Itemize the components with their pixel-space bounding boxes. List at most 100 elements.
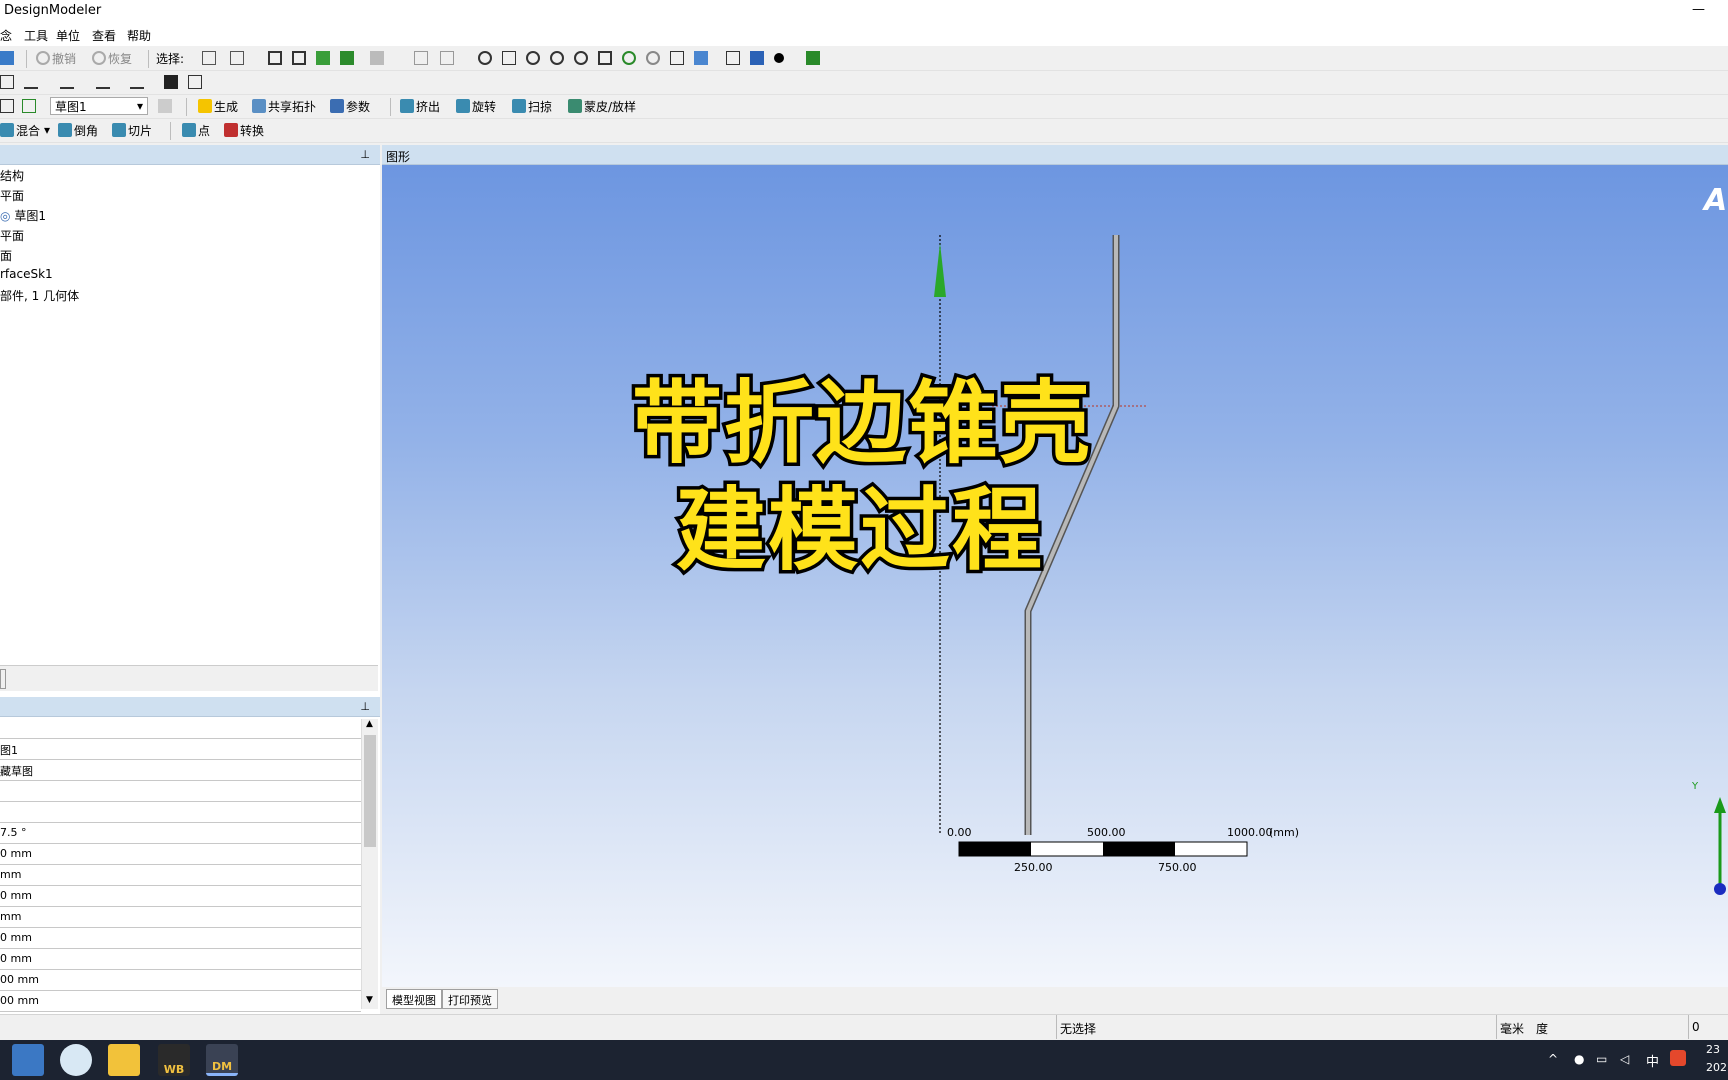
pin-icon[interactable]: ⊥ [360,700,370,713]
box-select-icon[interactable] [440,51,454,65]
select-mode-icon[interactable] [202,51,216,65]
scroll-down-icon[interactable]: ▼ [366,995,373,1005]
select-point-icon[interactable] [268,51,282,65]
select-body-icon[interactable] [340,51,354,65]
workbench-icon[interactable]: WB [158,1044,190,1076]
camera-icon[interactable] [0,51,14,65]
selection-status: 无选择 [1060,1022,1097,1036]
tree-item-face[interactable]: 面 [0,247,12,264]
sogou-icon[interactable] [1670,1050,1686,1066]
y-direction-arrow [934,243,946,297]
plane-icon[interactable] [0,75,14,89]
parameters-button[interactable]: 参数 [330,95,370,117]
display-model-icon[interactable] [750,51,764,65]
line-tool-2-icon[interactable] [60,75,74,89]
tab-print-preview[interactable]: 打印预览 [442,989,498,1009]
extend-select-icon[interactable] [370,51,384,65]
scroll-up-icon[interactable]: ▲ [366,719,373,729]
sketch-off-icon[interactable] [158,99,172,113]
scroll-thumb[interactable] [364,735,376,847]
details-scrollbar[interactable]: ▲ ▼ [361,719,378,1009]
feature-icon[interactable] [806,51,820,65]
revolve-button[interactable]: 旋转 [456,95,496,117]
line-tool-4-icon[interactable] [130,75,144,89]
select-all-icon[interactable] [414,51,428,65]
microphone-icon[interactable]: ● [1574,1052,1584,1066]
details-row[interactable]: mm [0,865,361,886]
zoom-in-icon[interactable] [622,51,636,65]
units-status: 毫米 [1500,1022,1525,1036]
details-row[interactable]: 0 mm [0,844,361,865]
graphics-viewport[interactable]: 图形 A 0.00 500.00 1000.00 (mm) 250.00 750… [382,145,1728,987]
volume-icon[interactable]: ◁ [1620,1052,1629,1066]
tab-model-view[interactable]: 模型视图 [386,989,442,1009]
app-icon[interactable] [60,1044,92,1076]
tree-item-structure[interactable]: 结构 [0,167,24,184]
redo-button[interactable]: 恢复 [92,47,132,69]
details-row[interactable]: 0 mm [0,928,361,949]
undo-button[interactable]: 撤销 [36,47,76,69]
line-tool-3-icon[interactable] [96,75,110,89]
details-row[interactable]: 0 mm [0,886,361,907]
minimize-button[interactable]: — [1692,2,1705,17]
select-edge-icon[interactable] [292,51,306,65]
look-at-icon[interactable] [694,51,708,65]
extrude-button[interactable]: 挤出 [400,95,440,117]
tray-chevron-icon[interactable]: ^ [1548,1052,1558,1066]
details-row[interactable] [0,781,361,802]
flag-tool-icon[interactable] [188,75,202,89]
tree-item-sketch[interactable]: ◎ 草图1 [0,207,46,224]
menu-view[interactable]: 查看 [92,27,116,44]
tree-item-surface-sketch[interactable]: rfaceSk1 [0,267,53,281]
iso-view-icon[interactable] [670,51,684,65]
sketch-combo[interactable]: 草图1 ▾ [50,97,148,115]
zoom-icon[interactable] [526,51,540,65]
zoom-window-icon[interactable] [598,51,612,65]
network-icon[interactable]: ▭ [1596,1052,1607,1066]
details-row[interactable]: mm [0,907,361,928]
select-filter-icon[interactable] [230,51,244,65]
sweep-button[interactable]: 扫掠 [512,95,552,117]
details-row[interactable]: 00 mm [0,970,361,991]
skin-loft-button[interactable]: 蒙皮/放样 [568,95,636,117]
pin-tool-icon[interactable] [164,75,178,89]
details-row[interactable] [0,802,361,823]
menu-units[interactable]: 单位 [56,27,80,44]
pan-icon[interactable] [502,51,516,65]
chamfer-button[interactable]: 倒角 [58,119,98,141]
point-button[interactable]: 点 [182,119,210,141]
pin-icon[interactable]: ⊥ [360,148,370,161]
share-topology-button[interactable]: 共享拓扑 [252,95,316,117]
generate-button[interactable]: 生成 [198,95,238,117]
details-row[interactable]: 00 mm [0,991,361,1012]
details-row[interactable]: 7.5 ° [0,823,361,844]
tree-item-parts[interactable]: 部件, 1 几何体 [0,287,79,304]
designmodeler-icon[interactable]: DM [206,1044,238,1076]
zoom-box-icon[interactable] [550,51,564,65]
zoom-fit-icon[interactable] [574,51,588,65]
tree-item-plane-1[interactable]: 平面 [0,187,24,204]
slice-button[interactable]: 切片 [112,119,152,141]
ime-indicator[interactable]: 中 [1646,1051,1659,1070]
conversion-button[interactable]: 转换 [224,119,264,141]
menu-concept[interactable]: 念 [0,27,12,44]
details-row[interactable]: 图1 [0,739,361,760]
new-sketch-icon[interactable] [22,99,36,113]
details-row[interactable]: 0 mm [0,949,361,970]
display-point-icon[interactable] [774,53,784,63]
select-face-icon[interactable] [316,51,330,65]
plane-dropdown-icon[interactable] [0,99,14,113]
triad-icon[interactable] [726,51,740,65]
sketching-tab[interactable] [0,669,6,689]
file-explorer-icon[interactable] [108,1044,140,1076]
details-row[interactable]: 藏草图 [0,760,361,781]
zoom-out-icon[interactable] [646,51,660,65]
menu-tools[interactable]: 工具 [24,27,48,44]
blend-button[interactable]: 混合 ▾ [0,119,50,141]
line-tool-icon[interactable] [24,75,38,89]
rotate-icon[interactable] [478,51,492,65]
calculator-icon[interactable] [12,1044,44,1076]
menu-help[interactable]: 帮助 [127,27,151,44]
tree-item-plane-2[interactable]: 平面 [0,227,24,244]
conversion-icon [224,123,238,137]
